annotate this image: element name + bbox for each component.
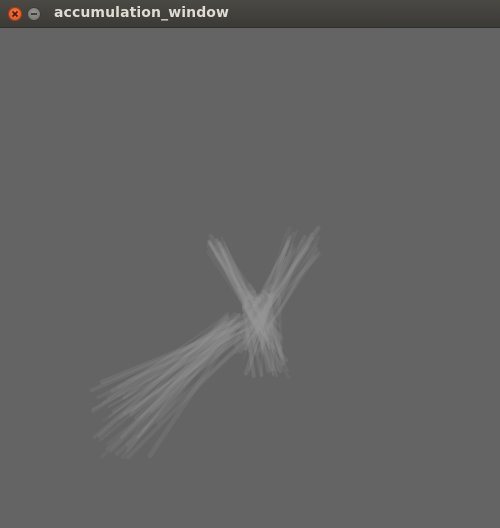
accumulation-canvas bbox=[0, 28, 500, 528]
accumulation-stroke bbox=[244, 298, 263, 308]
accumulation-stroke bbox=[250, 289, 257, 299]
close-button[interactable] bbox=[8, 7, 22, 21]
close-icon bbox=[11, 10, 19, 18]
titlebar[interactable]: accumulation_window bbox=[0, 0, 500, 28]
window-title: accumulation_window bbox=[54, 5, 230, 21]
accumulation-image bbox=[89, 225, 321, 460]
minimize-button[interactable] bbox=[27, 7, 41, 21]
minimize-icon bbox=[31, 13, 37, 15]
app-window: accumulation_window bbox=[0, 0, 500, 528]
